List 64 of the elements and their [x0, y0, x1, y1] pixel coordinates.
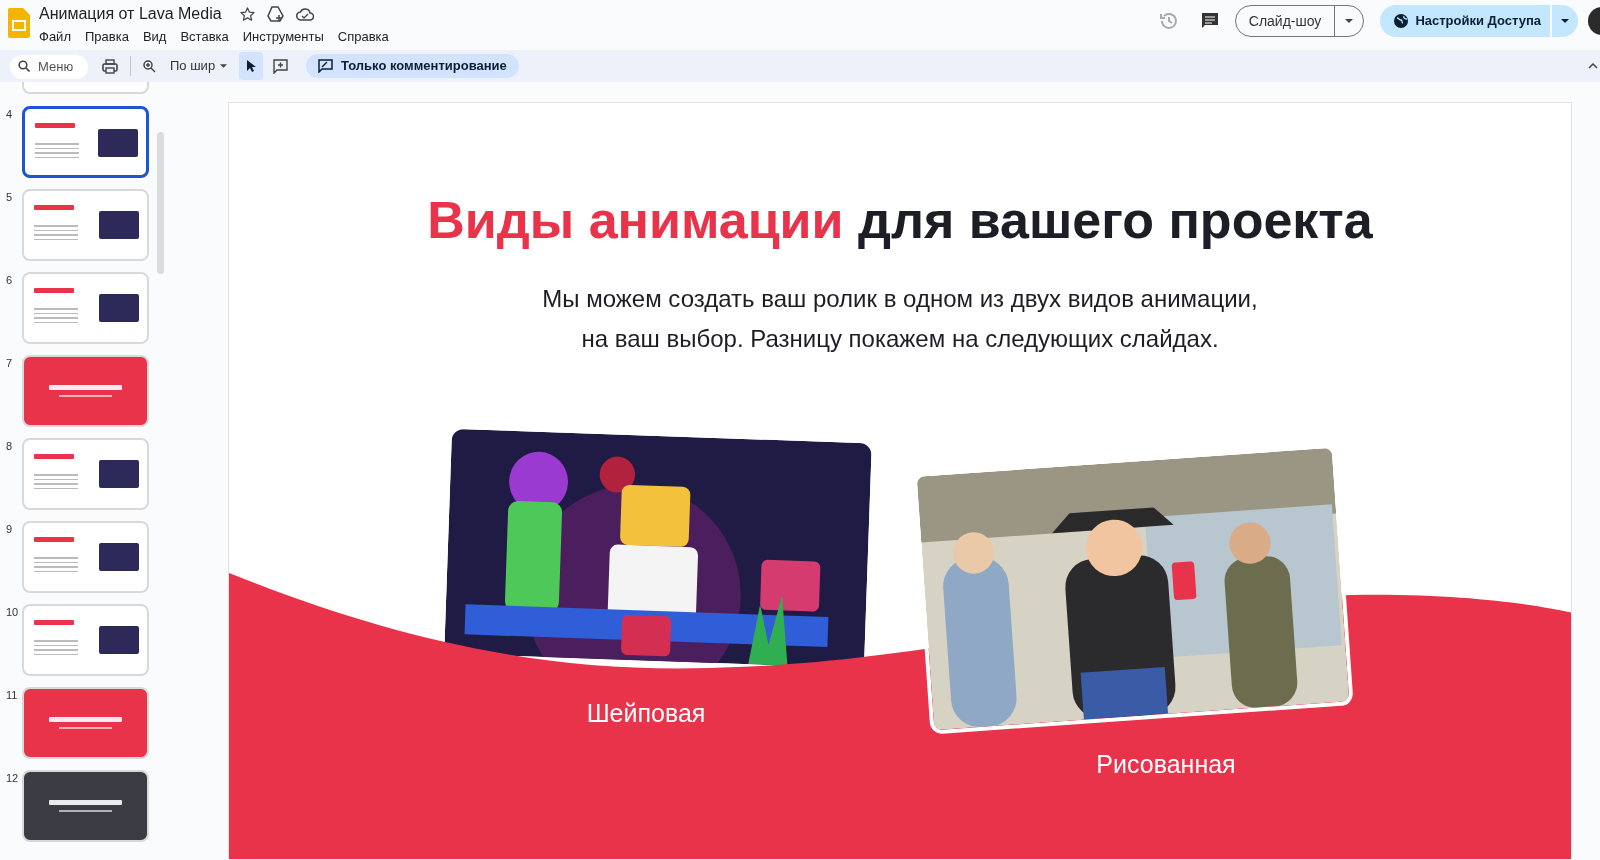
title-bar-drawing [34, 454, 74, 459]
menu-item[interactable]: Вид [142, 27, 167, 47]
thumbnail-image [99, 211, 139, 239]
print-icon[interactable] [102, 58, 118, 74]
text-lines-drawing [34, 474, 78, 489]
slide-number: 7 [5, 356, 14, 371]
zoom-icon[interactable] [143, 59, 156, 73]
slide-subtitle: на ваш выбор. Разницу покажем на следующих слайдах. [581, 324, 1219, 354]
text-lines-drawing [34, 225, 78, 240]
thumbnail-image [99, 543, 139, 571]
caret-icon [1561, 19, 1569, 23]
mode-label: Только комментирование [341, 57, 507, 76]
slide-subtitle: Мы можем создать ваш ролик в одном из двух видов анимации, [542, 284, 1258, 314]
text-lines-drawing [34, 640, 78, 655]
thumbnail-image [98, 129, 138, 157]
title-bar-drawing [34, 288, 74, 293]
thumbnail-image [99, 626, 139, 654]
document-title[interactable]: Анимация от Lava Media [39, 4, 222, 24]
scrollbar[interactable] [157, 132, 164, 274]
title-bar-drawing [35, 123, 75, 128]
menu-item[interactable]: Вставка [180, 27, 229, 47]
slide-number: 9 [5, 522, 14, 537]
title-bar-drawing [34, 620, 74, 625]
collapse-icon[interactable] [1588, 63, 1598, 69]
text-lines-drawing [34, 557, 78, 572]
slide-number: 6 [5, 273, 14, 288]
text-line-drawing [59, 810, 112, 812]
thumbnail-image [99, 460, 139, 488]
cursor-icon [246, 59, 257, 73]
slide-number: 11 [5, 688, 19, 703]
text-line-drawing [59, 395, 112, 397]
drive-add-icon[interactable] [266, 6, 284, 22]
cloud-icon[interactable] [295, 7, 314, 21]
slide-number: 8 [5, 439, 14, 454]
title-bar-drawing [34, 205, 74, 210]
comments-icon[interactable] [1200, 12, 1219, 30]
slide-title: Виды анимации для вашего проекта [426, 190, 1374, 251]
caret-icon [1345, 19, 1354, 23]
select-tool-button[interactable] [239, 52, 264, 80]
slide-number: 10 [5, 605, 20, 620]
text-line-drawing [59, 727, 112, 729]
menu-search-field[interactable]: Меню [10, 54, 88, 79]
menu-item[interactable]: Правка [84, 27, 129, 47]
text-lines-drawing [34, 308, 78, 323]
slide-number: 5 [5, 190, 14, 205]
menu-item[interactable]: Справка [337, 27, 389, 47]
title-bar-drawing [34, 537, 74, 542]
comment-edit-icon [318, 59, 334, 73]
text-lines-drawing [35, 143, 79, 158]
slide-number: 4 [5, 107, 14, 122]
globe-icon [1394, 14, 1409, 28]
zoom-dropdown[interactable]: По шир [170, 56, 228, 76]
card-label: Рисованная [1095, 749, 1237, 780]
add-comment-icon[interactable] [273, 58, 289, 74]
search-icon [18, 60, 30, 72]
caret-icon [220, 64, 228, 68]
menu-item[interactable]: Файл [39, 27, 71, 47]
slide-thumbnail[interactable] [22, 106, 149, 178]
menu-item[interactable]: Инструменты [242, 27, 324, 47]
slide-number: 12 [5, 771, 20, 786]
comment-only-badge[interactable]: Только комментирование [306, 54, 519, 78]
thumbnail-image [99, 294, 139, 322]
card-label: Шейповая [585, 698, 707, 729]
star-icon[interactable] [239, 6, 255, 22]
